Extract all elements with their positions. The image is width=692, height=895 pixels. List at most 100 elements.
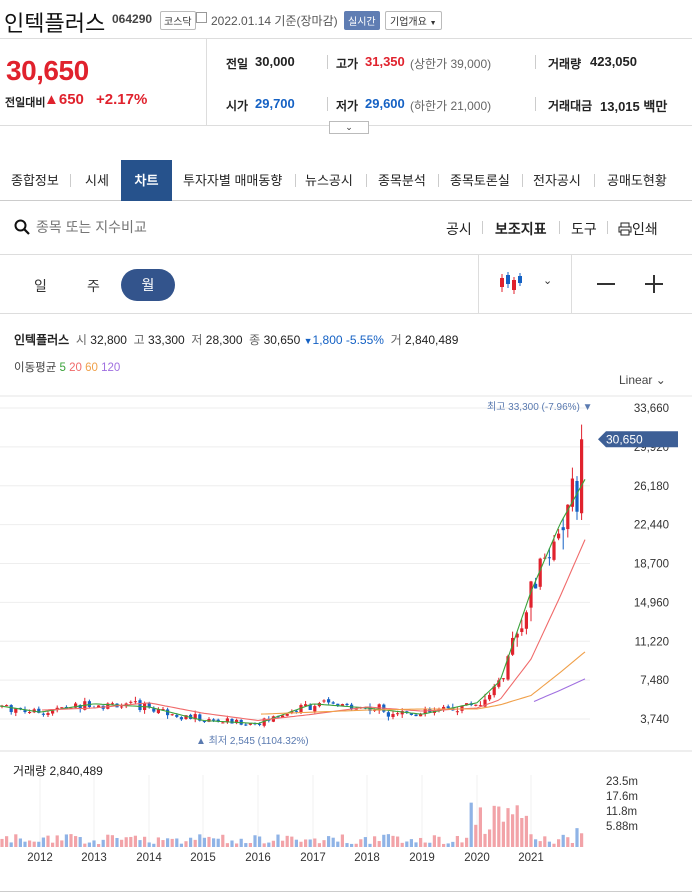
tab-analysis[interactable]: 종목분석 xyxy=(378,160,426,201)
volume-bar xyxy=(175,838,179,847)
volume-bar xyxy=(92,840,96,847)
volume-bar xyxy=(221,834,225,847)
company-overview-dropdown[interactable]: 기업개요 ▼ xyxy=(385,11,442,30)
volume-bar xyxy=(161,840,165,847)
amount-number: 13,015 xyxy=(600,99,640,114)
change-percent: +2.17% xyxy=(96,91,148,108)
print-button[interactable]: 인쇄 xyxy=(618,219,658,239)
volume-bar xyxy=(0,838,4,847)
open-label: 시가 xyxy=(226,99,249,113)
low-label: 저가 xyxy=(336,99,359,113)
ohlc-open-label: 시 xyxy=(75,333,87,347)
high-label: 고가 xyxy=(336,57,359,71)
down-triangle-icon: ▼ xyxy=(303,336,313,346)
tab-discussion[interactable]: 종목토론실 xyxy=(450,160,510,201)
min-annotation: ▲ 최저 2,545 (1104.32%) xyxy=(196,735,309,747)
volume-bar xyxy=(432,835,436,847)
candle-body xyxy=(133,701,137,703)
period-month[interactable]: 월 xyxy=(121,269,175,301)
volume-bar xyxy=(110,835,114,847)
volume-bar xyxy=(51,842,55,847)
candle-body xyxy=(285,713,289,716)
moving-average-legend: 이동평균 5 20 60 120 xyxy=(14,359,120,375)
price-chart[interactable]: 33,66029,92026,18022,44018,70014,96011,2… xyxy=(0,395,692,885)
volume-bar xyxy=(23,841,27,847)
tools-button[interactable]: 도구 xyxy=(571,219,597,239)
date-suffix: 기준(장마감) xyxy=(274,14,338,28)
candle-body xyxy=(129,701,133,703)
volume-bar xyxy=(492,805,496,847)
volume-bar xyxy=(97,843,101,847)
ma-20[interactable]: 20 xyxy=(69,362,82,374)
candle-body xyxy=(488,694,492,700)
zoom-out-button[interactable] xyxy=(597,283,615,285)
volume-bar xyxy=(271,840,275,847)
search-icon[interactable] xyxy=(14,219,30,235)
indicator-button[interactable]: 보조지표 xyxy=(495,219,547,239)
scale-selector[interactable]: Linear ⌄ xyxy=(619,373,666,387)
chevron-down-icon: ⌄ xyxy=(345,122,353,132)
period-week[interactable]: 주 xyxy=(87,276,100,296)
volume-bar xyxy=(561,834,565,847)
tab-quotes[interactable]: 시세 xyxy=(85,160,109,201)
volume-bar xyxy=(281,840,285,847)
candle-body xyxy=(561,527,565,531)
volume-bar xyxy=(474,824,478,847)
tab-investor-trading[interactable]: 투자자별 매매동향 xyxy=(183,160,282,201)
ohlc-high: 33,300 xyxy=(148,333,185,347)
x-tick-label: 2013 xyxy=(81,852,107,864)
expand-button[interactable]: ⌄ xyxy=(329,121,369,134)
zoom-in-button[interactable] xyxy=(645,274,665,294)
volume-bar xyxy=(377,841,381,847)
tab-disclosure[interactable]: 전자공시 xyxy=(533,160,581,201)
volume-bar xyxy=(437,836,441,847)
ma-120[interactable]: 120 xyxy=(101,362,120,374)
notice-button[interactable]: 공시 xyxy=(446,219,472,239)
prev-value: 30,000 xyxy=(255,54,295,69)
candle-body xyxy=(322,700,326,702)
volume-bar xyxy=(405,841,409,847)
x-tick-label: 2016 xyxy=(245,852,271,864)
ohlc-close: 30,650 xyxy=(263,333,301,347)
candle-body xyxy=(520,628,524,632)
realtime-button[interactable]: 실시간 xyxy=(344,11,380,30)
market-badge: 코스닥 xyxy=(160,11,196,30)
volume-bar xyxy=(101,839,105,847)
x-tick-label: 2020 xyxy=(464,852,490,864)
volume-bar xyxy=(460,842,464,847)
volume-bar xyxy=(304,839,308,847)
volume-bar xyxy=(354,843,358,847)
volume-tick-label: 23.5m xyxy=(606,776,638,788)
candle-body xyxy=(501,678,505,680)
volume-bar xyxy=(32,841,36,847)
ma-5[interactable]: 5 xyxy=(60,362,66,374)
candle-body xyxy=(5,705,9,707)
volume-bar xyxy=(202,837,206,847)
tab-short-selling[interactable]: 공매도현황 xyxy=(607,160,667,201)
volume-bar xyxy=(166,838,170,847)
print-label: 인쇄 xyxy=(632,221,658,237)
compare-search-input[interactable] xyxy=(36,216,296,238)
volume-bar xyxy=(538,841,542,847)
open-value: 29,700 xyxy=(255,96,295,111)
candlestick-icon[interactable] xyxy=(498,271,524,295)
volume-bar xyxy=(276,834,280,847)
ma-60[interactable]: 60 xyxy=(85,362,98,374)
tab-news[interactable]: 뉴스공시 xyxy=(305,160,353,201)
volume-panel-title: 거래량 xyxy=(13,764,47,778)
volume-bar xyxy=(478,807,482,847)
y-tick-label: 3,740 xyxy=(640,714,669,726)
ohlc-change-pct: -5.55% xyxy=(345,333,384,347)
ohlc-low: 28,300 xyxy=(205,333,243,347)
volume-bar xyxy=(225,843,229,847)
volume-bar xyxy=(322,840,326,847)
amount-unit: 백만 xyxy=(643,99,668,114)
candle-body xyxy=(212,719,216,721)
scale-label: Linear xyxy=(619,373,653,387)
moving-average-line xyxy=(41,539,586,722)
volume-bar xyxy=(557,839,561,847)
tab-chart[interactable]: 차트 xyxy=(121,160,172,201)
chevron-down-icon[interactable]: ⌄ xyxy=(543,274,552,287)
tab-overview[interactable]: 종합정보 xyxy=(11,160,59,201)
period-day[interactable]: 일 xyxy=(34,276,47,296)
